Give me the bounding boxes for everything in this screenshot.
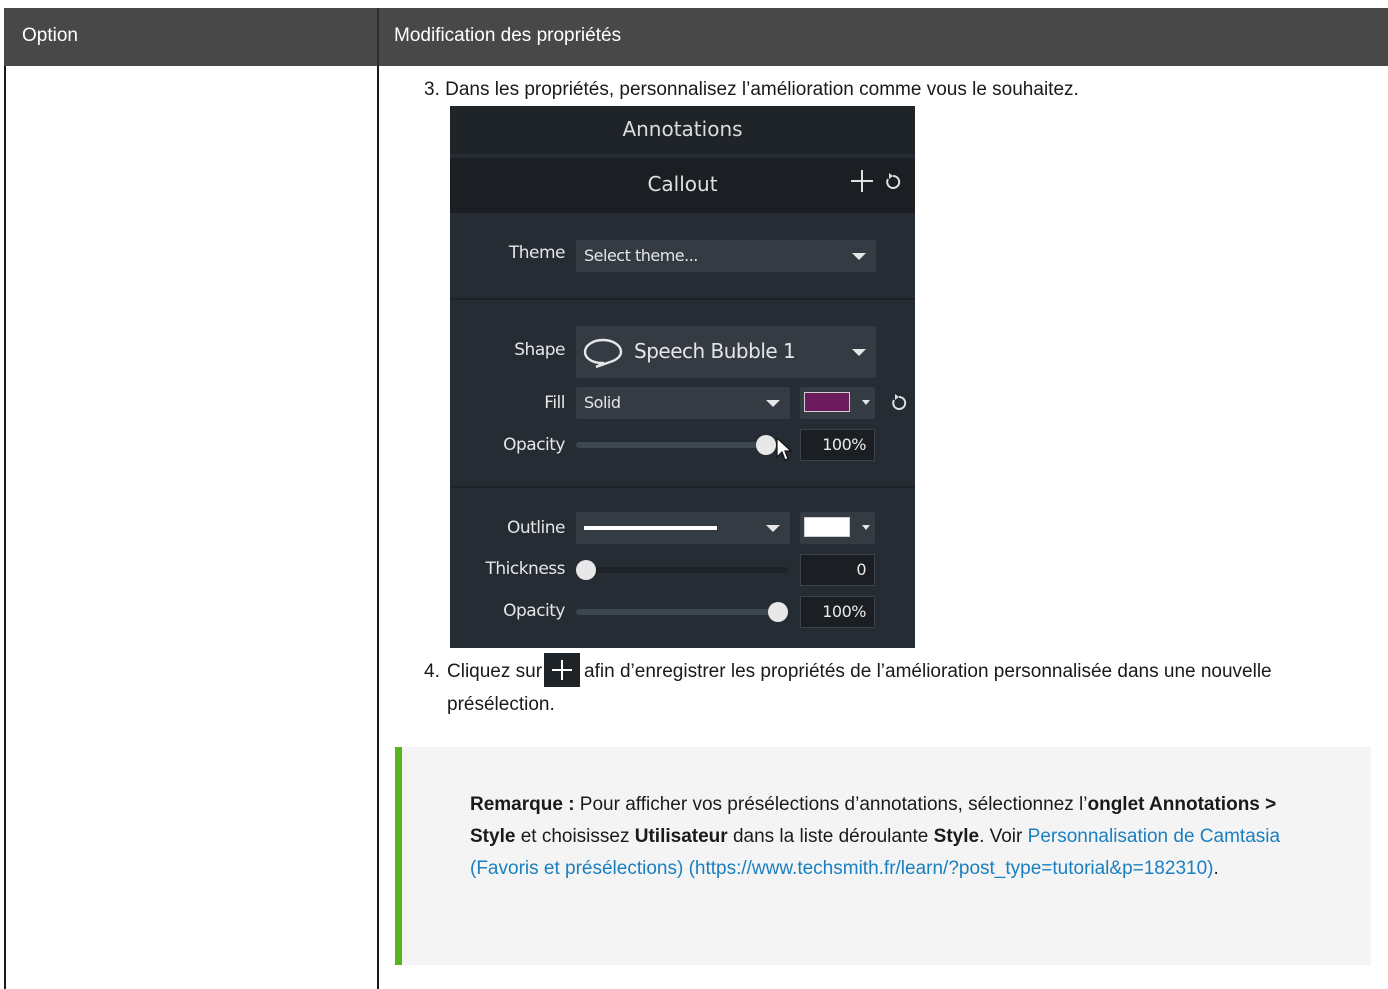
reset-icon[interactable]: [889, 393, 909, 413]
section-divider: [450, 486, 915, 488]
outline-color-swatch: [804, 517, 850, 537]
note-text-part: . Voir: [979, 826, 1028, 847]
panel-title: Annotations: [450, 106, 915, 154]
table-column-divider: [377, 66, 379, 989]
thickness-label: Thickness: [485, 559, 565, 579]
annotations-properties-panel: Annotations Callout Theme Select theme..…: [450, 106, 915, 648]
note-text-part: .: [1213, 858, 1219, 879]
outline-color-button[interactable]: [800, 512, 875, 544]
outline-opacity-slider[interactable]: [576, 602, 788, 622]
panel-subtitle-bar: Callout: [450, 158, 915, 213]
chevron-down-icon: [852, 349, 866, 356]
note-text: Remarque : Pour afficher vos présélectio…: [470, 789, 1320, 885]
fill-color-swatch: [804, 392, 850, 412]
header-modification: Modification des propriétés: [394, 25, 622, 46]
chevron-down-icon: [766, 525, 780, 532]
outline-label: Outline: [506, 518, 566, 538]
note-text-part: dans la liste déroulante: [727, 826, 934, 847]
plus-icon[interactable]: [851, 170, 873, 192]
fill-label: Fill: [544, 393, 565, 413]
chevron-down-icon: [862, 525, 870, 530]
note-text-part: et choisissez: [515, 826, 635, 847]
section-divider: [450, 298, 915, 300]
note-box: Remarque : Pour afficher vos présélectio…: [395, 747, 1371, 965]
note-label: Remarque :: [470, 794, 575, 815]
chevron-down-icon: [852, 253, 866, 260]
theme-select-value: Select theme...: [584, 246, 698, 265]
step-3-text: Dans les propriétés, personnalisez l’amé…: [445, 79, 1079, 100]
note-accent-bar: [395, 747, 402, 965]
thickness-slider[interactable]: [576, 560, 788, 580]
shape-select-value: Speech Bubble 1: [634, 339, 796, 363]
step-3: 3. Dans les propriétés, personnalisez l’…: [424, 73, 1079, 106]
theme-label: Theme: [508, 243, 566, 263]
shape-label: Shape: [514, 340, 565, 360]
table-header: Option Modification des propriétés: [4, 8, 1388, 66]
step-4-number: 4.: [424, 661, 440, 682]
panel-subtitle: Callout: [647, 172, 718, 196]
note-bold-style: Style: [933, 826, 980, 847]
header-option: Option: [22, 25, 78, 46]
reset-icon[interactable]: [883, 172, 903, 192]
note-bold-user: Utilisateur: [634, 826, 728, 847]
speech-bubble-icon: [583, 338, 623, 369]
opacity-label: Opacity: [503, 435, 565, 455]
outline-opacity-slider-knob[interactable]: [768, 602, 788, 622]
note-text-part: Pour afficher vos présélections d’annota…: [574, 794, 1088, 815]
step-4-text-before: Cliquez sur: [447, 661, 543, 682]
plus-icon: [544, 652, 581, 687]
step-4-text: Cliquez sur afin d’enregistrer les propri…: [447, 652, 1377, 721]
fill-select-value: Solid: [584, 393, 621, 412]
fill-color-button[interactable]: [800, 387, 875, 419]
theme-select[interactable]: Select theme...: [576, 240, 876, 272]
fill-select[interactable]: Solid: [576, 387, 790, 419]
opacity-slider-knob[interactable]: [756, 435, 776, 455]
outline-opacity-label: Opacity: [503, 601, 565, 621]
opacity-slider[interactable]: [576, 435, 776, 455]
thickness-slider-knob[interactable]: [576, 560, 596, 580]
outline-line-preview: [584, 526, 717, 530]
outline-style-select[interactable]: [576, 512, 790, 544]
step-3-number: 3.: [424, 79, 440, 100]
outline-opacity-input[interactable]: 100%: [800, 596, 875, 628]
header-divider: [377, 8, 379, 66]
chevron-down-icon: [766, 400, 780, 407]
chevron-down-icon: [862, 400, 870, 405]
thickness-input[interactable]: 0: [800, 554, 875, 586]
opacity-input[interactable]: 100%: [800, 429, 875, 461]
shape-select[interactable]: Speech Bubble 1: [576, 326, 876, 378]
table-left-border: [4, 66, 6, 989]
cursor-icon: [776, 437, 792, 461]
